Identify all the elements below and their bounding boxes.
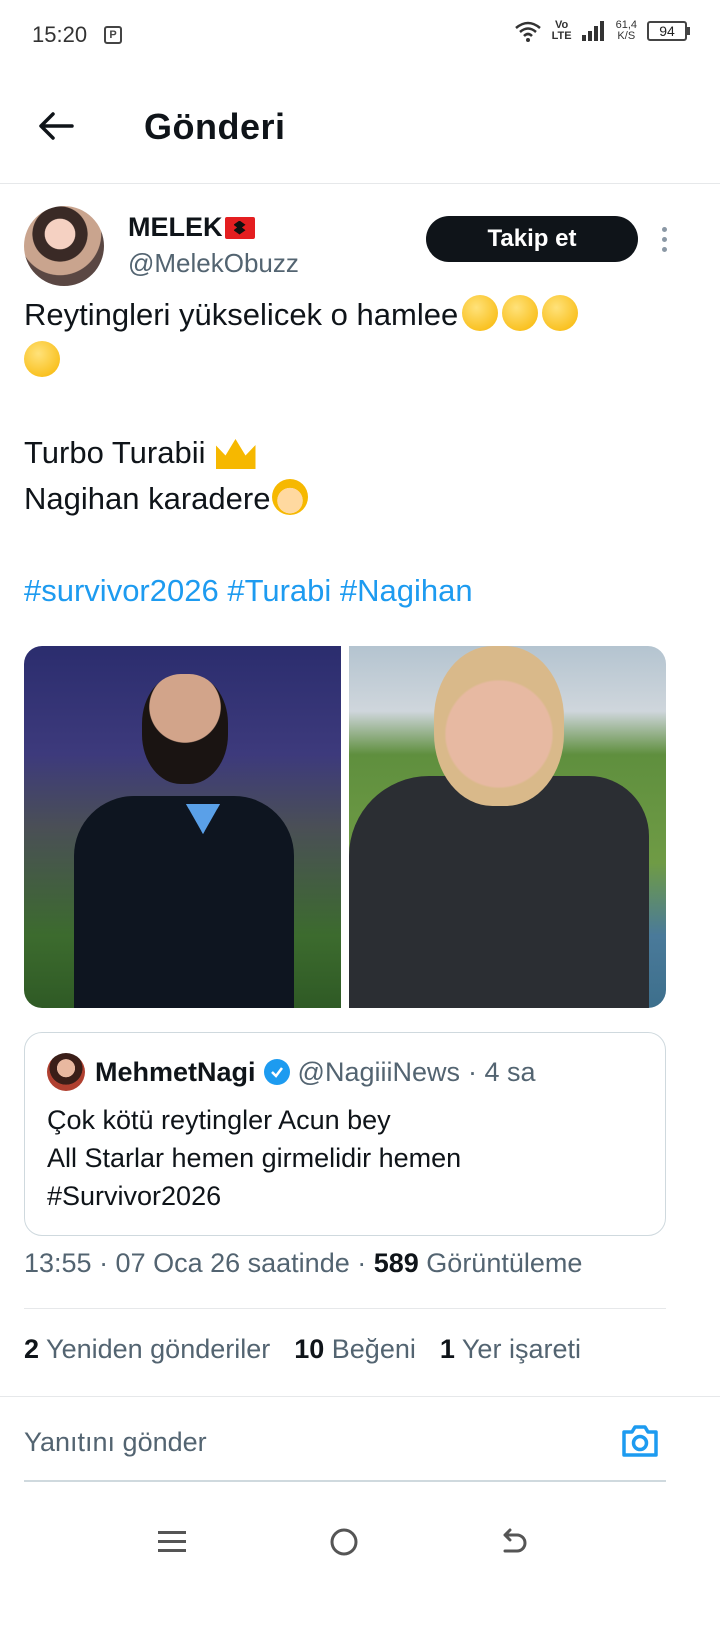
views-label: Görüntüleme xyxy=(418,1248,583,1278)
post-media-grid xyxy=(24,646,666,1008)
speed-unit: K/S xyxy=(617,30,636,42)
more-options-button[interactable] xyxy=(644,216,684,262)
quoted-text-line: Çok kötü reytingler Acun bey xyxy=(47,1105,391,1135)
post-author: MELEK @MelekObuzz Takip et xyxy=(24,206,696,290)
post-meta: 13:55 · 07 Oca 26 saatinde · 589 Görüntü… xyxy=(24,1248,582,1279)
crown-emoji-icon xyxy=(215,439,256,469)
author-name: MELEK xyxy=(128,212,223,242)
more-vertical-icon xyxy=(661,226,667,232)
reposts-stat[interactable]: 2 Yeniden gönderiler xyxy=(24,1334,270,1365)
bookmarks-count: 1 xyxy=(439,1334,455,1364)
author-avatar[interactable] xyxy=(24,206,104,286)
author-handle[interactable]: @MelekObuzz xyxy=(128,248,299,279)
home-circle-icon xyxy=(330,1528,358,1556)
camera-icon xyxy=(622,1425,658,1457)
likes-count: 10 xyxy=(294,1334,325,1364)
wifi-icon xyxy=(514,21,541,42)
post-timestamp: 13:55 · 07 Oca 26 saatinde · xyxy=(24,1248,374,1278)
camera-button[interactable] xyxy=(620,1423,664,1463)
bookmarks-label: Yer işareti xyxy=(454,1334,581,1364)
reposts-count: 2 xyxy=(24,1334,40,1364)
back-nav-button[interactable] xyxy=(484,1512,544,1572)
shushing-face-emoji-icon xyxy=(502,295,539,331)
albania-flag-icon xyxy=(224,216,255,239)
signal-icon xyxy=(581,21,604,41)
post-photo-1[interactable] xyxy=(24,646,341,1008)
follow-button[interactable]: Takip et xyxy=(426,216,638,262)
home-button[interactable] xyxy=(314,1512,374,1572)
back-nav-icon xyxy=(503,1528,527,1553)
likes-stat[interactable]: 10 Beğeni xyxy=(294,1334,416,1365)
volte-bottom-text: LTE xyxy=(551,30,572,42)
battery-icon: 94 xyxy=(647,21,690,41)
reply-bar: Yanıtını gönder xyxy=(0,1396,720,1482)
quoted-text-line: All Starlar hemen girmelidir hemen xyxy=(47,1143,462,1173)
top-app-bar: Gönderi xyxy=(0,72,720,184)
author-name-row[interactable]: MELEK xyxy=(128,212,255,243)
back-arrow-icon xyxy=(39,112,74,140)
reply-input[interactable]: Yanıtını gönder xyxy=(24,1427,207,1458)
post-text-line: Nagihan karadere xyxy=(24,481,271,516)
shushing-face-emoji-icon xyxy=(24,341,60,377)
verified-badge-icon xyxy=(263,1059,290,1085)
post-photo-2[interactable] xyxy=(349,646,666,1008)
page-title: Gönderi xyxy=(144,106,286,147)
status-time: 15:20 xyxy=(32,22,88,47)
back-button[interactable] xyxy=(32,102,80,150)
shushing-face-emoji-icon xyxy=(542,295,579,331)
bookmarks-stat[interactable]: 1 Yer işareti xyxy=(440,1334,581,1365)
post-text-line: Reytingleri yükselicek o hamlee xyxy=(24,297,459,332)
system-navigation-bar xyxy=(0,1490,720,1640)
post-hashtags[interactable]: #survivor2026 #Turabi #Nagihan xyxy=(24,568,684,614)
post-text: Reytingleri yükselicek o hamlee Turbo Tu… xyxy=(24,292,684,614)
quoted-author-name: MehmetNagi xyxy=(95,1056,256,1087)
status-indicators: Vo LTE 61,4 K/S 94 xyxy=(514,20,690,42)
notification-app-icon: P xyxy=(104,26,122,44)
recent-apps-button[interactable] xyxy=(142,1512,202,1572)
battery-level: 94 xyxy=(647,21,687,41)
engagement-stats: 2 Yeniden gönderiler 10 Beğeni 1 Yer işa… xyxy=(24,1334,581,1365)
status-bar: 15:20 P Vo LTE 61,4 K/S 94 xyxy=(0,0,720,72)
network-speed: 61,4 K/S xyxy=(616,20,637,42)
post-text-line: Turbo Turabii xyxy=(24,435,206,470)
quoted-author-avatar xyxy=(47,1053,85,1091)
views-count: 589 xyxy=(373,1248,419,1278)
menu-icon xyxy=(158,1531,186,1552)
quoted-post-time: · 4 sa xyxy=(467,1056,536,1087)
reply-underline xyxy=(24,1480,666,1482)
quoted-text-line: #Survivor2026 xyxy=(47,1181,222,1211)
likes-label: Beğeni xyxy=(324,1334,416,1364)
quoted-post[interactable]: MehmetNagi @NagiiiNews · 4 sa Çok kötü r… xyxy=(24,1032,666,1236)
quoted-author-handle: @NagiiiNews xyxy=(297,1056,460,1087)
reposts-label: Yeniden gönderiler xyxy=(39,1334,271,1364)
quoted-post-header: MehmetNagi @NagiiiNews · 4 sa xyxy=(95,1053,536,1091)
princess-emoji-icon xyxy=(272,479,309,515)
quoted-post-text: Çok kötü reytingler Acun bey All Starlar… xyxy=(47,1101,461,1215)
shushing-face-emoji-icon xyxy=(462,295,499,331)
divider xyxy=(24,1308,666,1309)
volte-indicator: Vo LTE xyxy=(552,20,572,42)
